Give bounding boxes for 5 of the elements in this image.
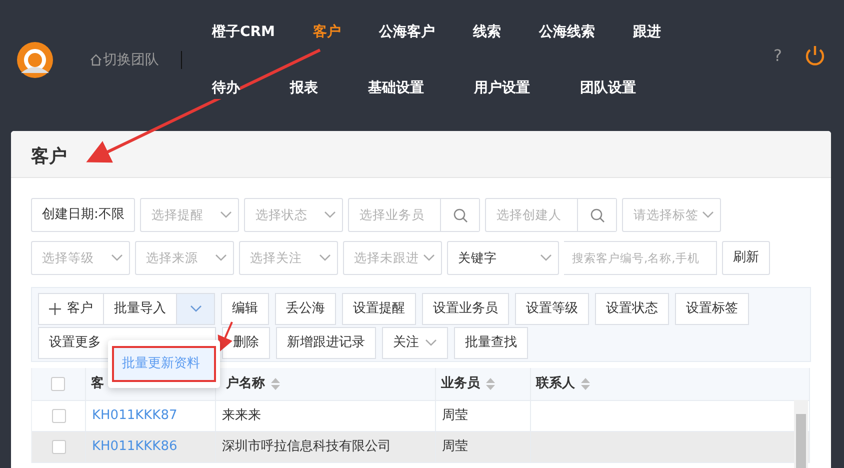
table-cell-text: 周莹 <box>442 407 468 426</box>
page-title: 客户 <box>11 131 831 178</box>
table-cell-text: 周莹 <box>442 438 468 456</box>
table-cell-text: 深圳市呼拉信息科技有限公司 <box>222 438 391 456</box>
table-cell-text: 来来来 <box>222 407 261 426</box>
